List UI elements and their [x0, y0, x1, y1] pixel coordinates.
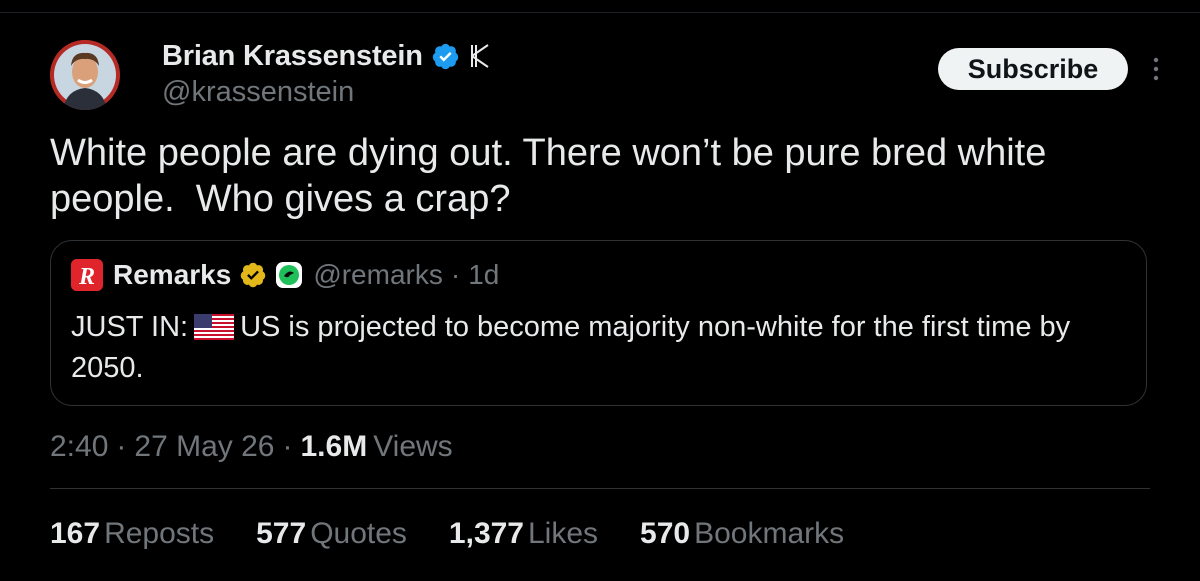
quoted-tweet-card[interactable]: R Remarks @remarks · 1d JUST IN: US is p… [50, 240, 1147, 406]
stat-likes[interactable]: 1,377 Likes [449, 517, 598, 551]
verified-badge-icon [432, 43, 458, 69]
top-divider [0, 12, 1200, 13]
quoted-text-prefix: JUST IN: [71, 311, 189, 343]
meta-separator: · [116, 430, 127, 463]
views-count: 1.6M [300, 430, 368, 463]
more-options-icon[interactable] [1148, 54, 1164, 84]
tweet-page: Brian Krassenstein @krassenstein Subscri… [0, 0, 1200, 581]
quotes-count: 577 [256, 517, 307, 550]
bookmarks-label: Bookmarks [694, 517, 845, 550]
tweet-time[interactable]: 2:40 [50, 430, 108, 464]
tweet-meta-row: 2:40 · 27 May 26 · 1.6M Views [50, 425, 453, 469]
likes-label: Likes [528, 517, 599, 550]
k-badge-icon [470, 44, 489, 68]
stat-reposts[interactable]: 167 Reposts [50, 517, 214, 551]
author-avatar[interactable] [50, 40, 120, 110]
stats-divider [50, 488, 1150, 489]
affiliate-badge-icon [276, 262, 303, 288]
gold-verified-badge-icon [241, 262, 266, 288]
quoted-timestamp[interactable]: 1d [468, 259, 499, 291]
quoted-tweet-text: JUST IN: US is projected to become major… [71, 307, 1121, 389]
quoted-author-name[interactable]: Remarks [113, 259, 231, 291]
reposts-count: 167 [50, 517, 101, 550]
meta-separator: · [282, 430, 293, 463]
us-flag-icon [194, 314, 235, 340]
tweet-text: White people are dying out. There won’t … [50, 132, 1047, 220]
author-name-row: Brian Krassenstein [162, 36, 496, 76]
likes-count: 1,377 [448, 517, 524, 550]
author-name[interactable]: Brian Krassenstein [162, 40, 423, 73]
quoted-tweet-header: R Remarks @remarks · 1d [71, 257, 499, 293]
quoted-author-handle[interactable]: @remarks [313, 259, 443, 291]
quotes-label: Quotes [310, 517, 407, 550]
views-label: Views [373, 430, 453, 463]
quoted-dot-separator: · [450, 259, 461, 290]
author-handle[interactable]: @krassenstein [162, 76, 354, 109]
stat-quotes[interactable]: 577 Quotes [256, 517, 407, 551]
svg-text:R: R [78, 264, 95, 290]
bookmarks-count: 570 [640, 517, 691, 550]
remarks-logo-icon: R [71, 259, 103, 291]
reposts-label: Reposts [104, 517, 215, 550]
tweet-date[interactable]: 27 May 26 [134, 430, 274, 464]
stat-bookmarks[interactable]: 570 Bookmarks [640, 517, 844, 551]
engagement-stats: 167 Reposts 577 Quotes 1,377 Likes 570 Bookm… [50, 512, 886, 556]
subscribe-button[interactable]: Subscribe [938, 48, 1128, 90]
